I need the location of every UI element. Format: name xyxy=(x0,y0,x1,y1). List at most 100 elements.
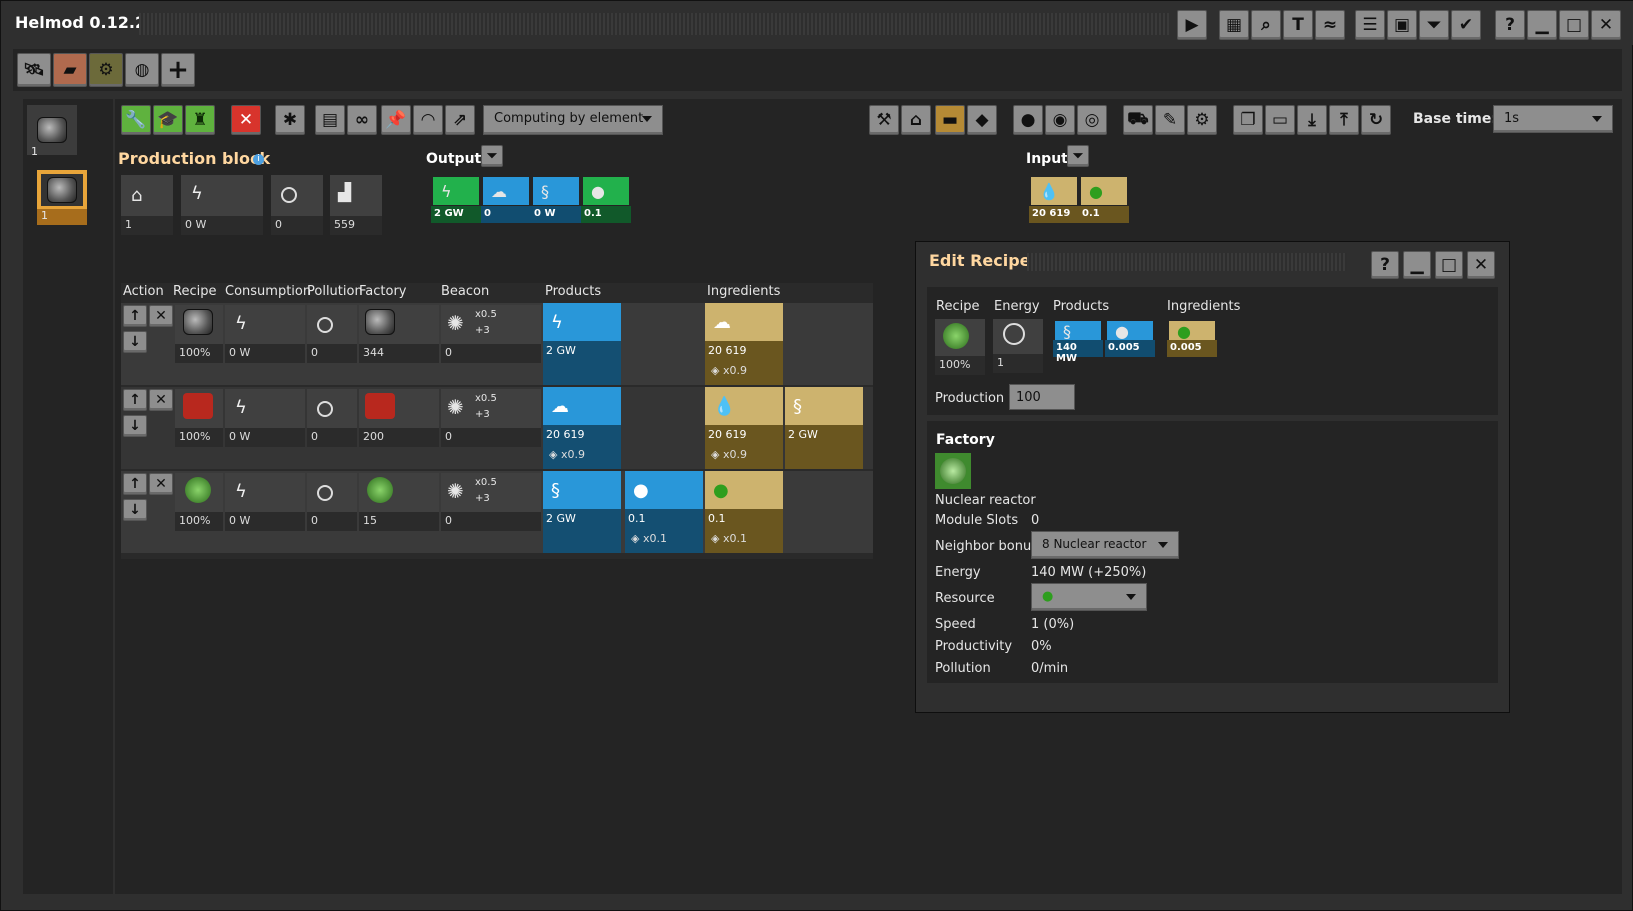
upload-icon[interactable]: ⤒ xyxy=(1329,105,1359,135)
help-icon[interactable]: ? xyxy=(1371,251,1399,279)
move-down-icon[interactable]: ↓ xyxy=(123,415,147,437)
list-settings-icon[interactable]: ☰ xyxy=(1355,10,1385,40)
close-icon[interactable]: ✕ xyxy=(1467,251,1495,279)
remove-icon[interactable]: ✕ xyxy=(149,473,173,495)
remove-icon[interactable]: ✕ xyxy=(149,389,173,411)
material-icon[interactable]: ◎ xyxy=(1077,105,1107,135)
output-item[interactable]: § 0 W xyxy=(531,175,581,223)
output-item[interactable]: ☁ 0 xyxy=(481,175,531,223)
ingredient-cell[interactable]: ● 0.1 ◈ x0.1 xyxy=(705,471,783,553)
product-cell[interactable]: § 2 GW xyxy=(543,471,621,553)
tab-copper-plate[interactable]: ▰ xyxy=(53,53,87,87)
move-up-icon[interactable]: ↑ xyxy=(123,305,147,327)
ingredient-cell[interactable]: 💧 20 619 ◈ x0.9 xyxy=(705,387,783,469)
tab-satellite[interactable]: 🛰 xyxy=(17,53,51,87)
base-time-dropdown[interactable]: 1s xyxy=(1493,105,1613,133)
wrench-icon[interactable]: 🔧 xyxy=(121,105,151,135)
move-up-icon[interactable]: ↑ xyxy=(123,389,147,411)
module-filter-icon[interactable]: ⚒ xyxy=(869,105,899,135)
copy-icon[interactable]: ❐ xyxy=(1233,105,1263,135)
minimize-icon[interactable]: ▁ xyxy=(1527,10,1557,40)
input-filter-icon[interactable]: ⏷ xyxy=(1067,145,1089,167)
window-settings-icon[interactable]: ▣ xyxy=(1387,10,1417,40)
recipe-icon-cell[interactable]: 100% xyxy=(935,319,985,375)
left-block-2[interactable]: 1 xyxy=(37,170,87,225)
tab-gear-block[interactable]: ⚙ xyxy=(89,53,123,87)
row-beacon[interactable]: ✺ x0.5 +3 0 xyxy=(441,305,541,363)
row-factory[interactable]: 200 xyxy=(359,389,439,447)
graduation-cap-icon[interactable]: 🎓 xyxy=(153,105,183,135)
tab-nuclear-reactor[interactable]: ◍ xyxy=(125,53,159,87)
ore-icon[interactable]: ◉ xyxy=(1045,105,1075,135)
output-filter-icon[interactable]: ⏷ xyxy=(481,145,503,167)
row-beacon[interactable]: ✺ x0.5 +3 0 xyxy=(441,473,541,531)
robot-icon[interactable]: ♜ xyxy=(185,105,215,135)
row-factory[interactable]: 344 xyxy=(359,305,439,363)
pin-icon[interactable]: 📌 xyxy=(381,105,411,135)
maximize-icon[interactable]: □ xyxy=(1559,10,1589,40)
add-tab-button[interactable]: + xyxy=(161,53,195,87)
move-down-icon[interactable]: ↓ xyxy=(123,331,147,353)
minimize-icon[interactable]: ▁ xyxy=(1403,251,1431,279)
pencil-icon[interactable]: ✎ xyxy=(1155,105,1185,135)
row-recipe[interactable]: 100% xyxy=(175,305,223,363)
chevron-down-icon xyxy=(1126,594,1136,600)
factory-icon-button[interactable] xyxy=(935,453,971,489)
row-recipe[interactable]: 100% xyxy=(175,473,223,531)
header-action: Action xyxy=(123,284,164,299)
move-down-icon[interactable]: ↓ xyxy=(123,499,147,521)
delete-icon[interactable]: ✕ xyxy=(231,105,261,135)
gauge-icon[interactable]: ◠ xyxy=(413,105,443,135)
move-up-icon[interactable]: ↑ xyxy=(123,473,147,495)
row-factory[interactable]: 15 xyxy=(359,473,439,531)
product-cell[interactable]: ● 0.1 ◈ x0.1 xyxy=(625,471,703,553)
beacon-icon: ✺ xyxy=(447,311,464,335)
recipe-product[interactable]: ● 0.005 xyxy=(1105,319,1155,357)
help-icon[interactable]: ? xyxy=(1495,10,1525,40)
ingredient-cell[interactable]: ☁ 20 619 ◈ x0.9 xyxy=(705,303,783,385)
text-icon[interactable]: T xyxy=(1283,10,1313,40)
link-icon[interactable]: ∞ xyxy=(347,105,377,135)
production-percent-input[interactable]: 100 xyxy=(1009,384,1075,410)
input-item[interactable]: 💧 20 619 xyxy=(1029,175,1079,223)
download-icon[interactable]: ⤓ xyxy=(1297,105,1327,135)
play-icon[interactable]: ▶ xyxy=(1177,10,1207,40)
output-item[interactable]: ● 0.1 xyxy=(581,175,631,223)
bug-icon[interactable]: ✱ xyxy=(275,105,305,135)
barrel-icon[interactable]: ● xyxy=(1013,105,1043,135)
recipe-ingredient[interactable]: ● 0.005 xyxy=(1167,319,1217,357)
info-icon[interactable]: i xyxy=(253,154,264,165)
search-icon[interactable]: ⌕ xyxy=(1251,10,1281,40)
dialog-drag-handle[interactable] xyxy=(1027,253,1347,271)
graph-icon[interactable]: ≈ xyxy=(1315,10,1345,40)
resource-dropdown[interactable]: ● xyxy=(1031,583,1147,611)
steam-icon: ☁ xyxy=(543,387,621,425)
output-item[interactable]: ϟ2 GW xyxy=(431,175,481,223)
assembler-icon[interactable]: ⌂ xyxy=(901,105,931,135)
export-icon[interactable]: ⇗ xyxy=(445,105,475,135)
calculator-icon[interactable]: ▦ xyxy=(1219,10,1249,40)
paste-icon[interactable]: ▭ xyxy=(1265,105,1295,135)
input-item[interactable]: ● 0.1 xyxy=(1079,175,1129,223)
check-icon[interactable]: ✔ xyxy=(1451,10,1481,40)
recipe-product[interactable]: § 140 MW xyxy=(1053,319,1103,364)
document-icon[interactable]: ▤ xyxy=(315,105,345,135)
product-cell[interactable]: ☁ 20 619 ◈ x0.9 xyxy=(543,387,621,469)
close-icon[interactable]: ✕ xyxy=(1591,10,1621,40)
drag-handle[interactable] xyxy=(139,13,1169,35)
truck-icon[interactable]: ⛟ xyxy=(1123,105,1153,135)
settings-icon[interactable]: ⚙ xyxy=(1187,105,1217,135)
remove-icon[interactable]: ✕ xyxy=(149,305,173,327)
maximize-icon[interactable]: □ xyxy=(1435,251,1463,279)
inserter-icon[interactable]: ◆ xyxy=(967,105,997,135)
computing-mode-dropdown[interactable]: Computing by element xyxy=(483,105,663,135)
chest-icon[interactable]: ▬ xyxy=(935,105,965,135)
row-recipe[interactable]: 100% xyxy=(175,389,223,447)
refresh-icon[interactable]: ↻ xyxy=(1361,105,1391,135)
ingredient-cell[interactable]: § 2 GW xyxy=(785,387,863,469)
neighbor-bonus-dropdown[interactable]: 8 Nuclear reactor xyxy=(1031,531,1179,559)
products-label: Products xyxy=(1053,299,1110,314)
row-beacon[interactable]: ✺ x0.5 +3 0 xyxy=(441,389,541,447)
product-cell[interactable]: ϟ2 GW xyxy=(543,303,621,385)
filter-check-icon[interactable]: ⏷ xyxy=(1419,10,1449,40)
